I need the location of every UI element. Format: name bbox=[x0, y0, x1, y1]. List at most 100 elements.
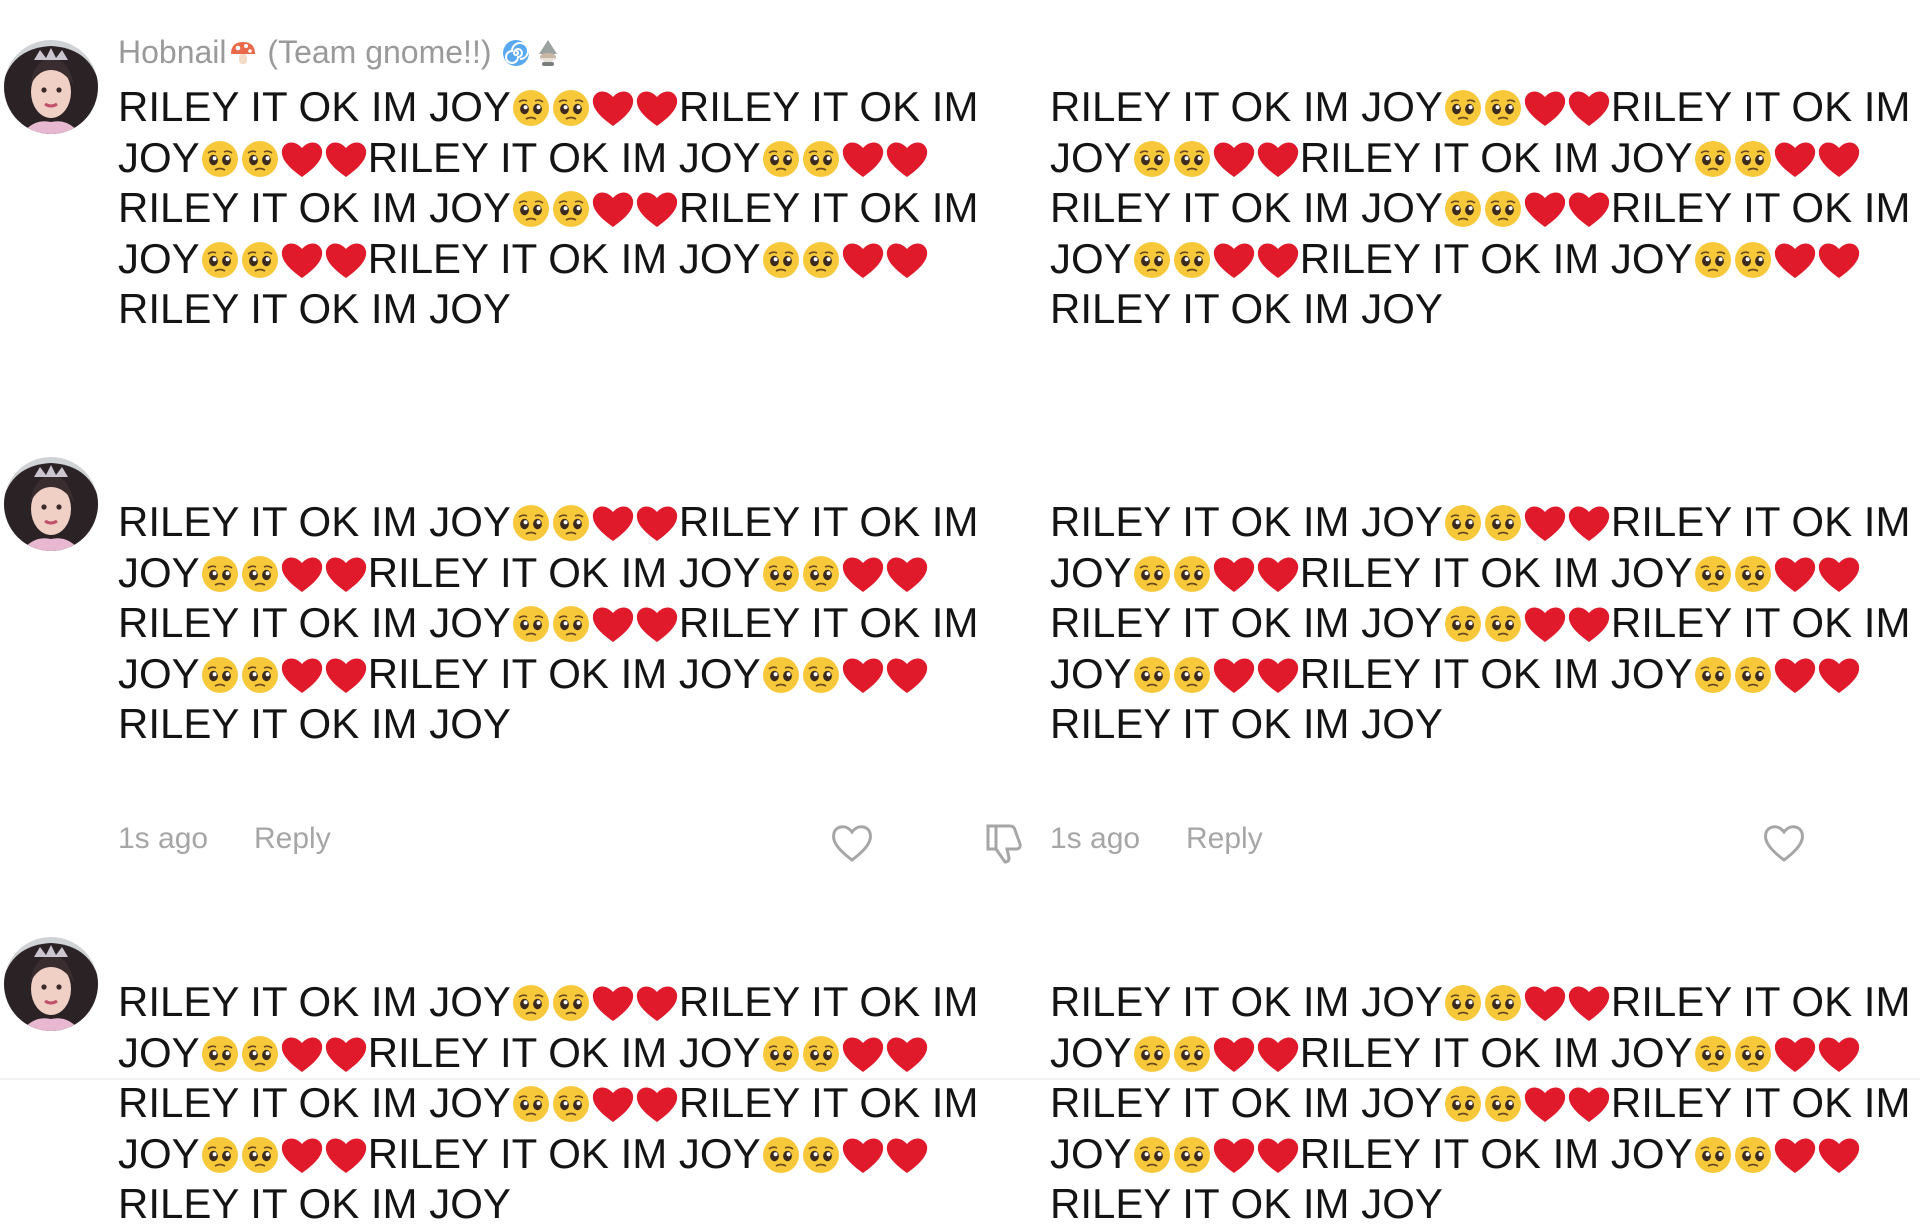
red-heart-icon bbox=[1523, 983, 1567, 1023]
red-heart-icon bbox=[1773, 554, 1817, 594]
red-heart-icon bbox=[1212, 554, 1256, 594]
pleading-face-icon bbox=[240, 554, 280, 594]
red-heart-icon bbox=[1523, 189, 1567, 229]
red-heart-icon bbox=[635, 983, 679, 1023]
pleading-face-icon bbox=[200, 554, 240, 594]
pleading-face-icon bbox=[801, 240, 841, 280]
red-heart-icon bbox=[841, 1034, 885, 1074]
pleading-face-icon bbox=[1733, 554, 1773, 594]
red-heart-icon bbox=[1256, 240, 1300, 280]
red-heart-icon bbox=[841, 554, 885, 594]
pleading-face-icon bbox=[1172, 655, 1212, 695]
thumbs-down-outline-icon[interactable] bbox=[980, 820, 1028, 866]
pleading-face-icon bbox=[761, 1135, 801, 1175]
pleading-face-icon bbox=[511, 189, 551, 229]
pleading-face-icon bbox=[1733, 139, 1773, 179]
pleading-face-icon bbox=[1132, 655, 1172, 695]
pleading-face-icon bbox=[1733, 240, 1773, 280]
team-tag-text: (Team gnome!!) bbox=[267, 34, 492, 70]
pleading-face-icon bbox=[511, 88, 551, 128]
pleading-face-icon bbox=[761, 240, 801, 280]
pleading-face-icon bbox=[511, 983, 551, 1023]
comment-text: RILEY IT OK IM JOY RILEY IT OK IM JOY RILE… bbox=[118, 978, 979, 1227]
red-heart-icon bbox=[1773, 139, 1817, 179]
pleading-face-icon bbox=[1172, 240, 1212, 280]
red-heart-icon bbox=[885, 1135, 929, 1175]
red-heart-icon bbox=[591, 1084, 635, 1124]
avatar[interactable] bbox=[4, 457, 98, 551]
red-heart-icon bbox=[885, 1034, 929, 1074]
pleading-face-icon bbox=[1443, 88, 1483, 128]
pleading-face-icon bbox=[511, 604, 551, 644]
red-heart-icon bbox=[1773, 1135, 1817, 1175]
pleading-face-icon bbox=[1693, 655, 1733, 695]
pleading-face-icon bbox=[801, 1034, 841, 1074]
avatar[interactable] bbox=[4, 40, 98, 134]
pleading-face-icon bbox=[551, 983, 591, 1023]
pleading-face-icon bbox=[240, 655, 280, 695]
red-heart-icon bbox=[1523, 88, 1567, 128]
pleading-face-icon bbox=[1172, 554, 1212, 594]
pleading-face-icon bbox=[1693, 240, 1733, 280]
pleading-face-icon bbox=[551, 503, 591, 543]
pleading-face-icon bbox=[1132, 1034, 1172, 1074]
red-heart-icon bbox=[635, 88, 679, 128]
heart-outline-icon[interactable] bbox=[1760, 820, 1808, 866]
red-heart-icon bbox=[1212, 1135, 1256, 1175]
pleading-face-icon bbox=[1693, 554, 1733, 594]
red-heart-icon bbox=[1567, 189, 1611, 229]
comment-username[interactable]: Hobnail (Team gnome!!) bbox=[118, 34, 564, 71]
pleading-face-icon bbox=[801, 655, 841, 695]
comment-text: RILEY IT OK IM JOY RILEY IT OK IM JOY RILE… bbox=[1050, 498, 1911, 747]
red-heart-icon bbox=[1523, 503, 1567, 543]
red-heart-icon bbox=[885, 655, 929, 695]
red-heart-icon bbox=[1567, 88, 1611, 128]
pleading-face-icon bbox=[1483, 189, 1523, 229]
pleading-face-icon bbox=[1733, 655, 1773, 695]
pleading-face-icon bbox=[200, 1135, 240, 1175]
comment-text: RILEY IT OK IM JOY RILEY IT OK IM JOY RILE… bbox=[118, 83, 979, 332]
red-heart-icon bbox=[635, 503, 679, 543]
red-heart-icon bbox=[280, 240, 324, 280]
red-heart-icon bbox=[1773, 240, 1817, 280]
pleading-face-icon bbox=[240, 1135, 280, 1175]
pleading-face-icon bbox=[1132, 554, 1172, 594]
red-heart-icon bbox=[591, 189, 635, 229]
red-heart-icon bbox=[1523, 604, 1567, 644]
red-heart-icon bbox=[635, 189, 679, 229]
red-heart-icon bbox=[591, 604, 635, 644]
red-heart-icon bbox=[280, 139, 324, 179]
red-heart-icon bbox=[885, 139, 929, 179]
red-heart-icon bbox=[1817, 139, 1861, 179]
red-heart-icon bbox=[885, 240, 929, 280]
red-heart-icon bbox=[841, 139, 885, 179]
reply-button[interactable]: Reply bbox=[1186, 822, 1263, 856]
red-heart-icon bbox=[280, 554, 324, 594]
pleading-face-icon bbox=[1132, 1135, 1172, 1175]
red-heart-icon bbox=[324, 655, 368, 695]
pleading-face-icon bbox=[200, 655, 240, 695]
pleading-face-icon bbox=[801, 554, 841, 594]
red-heart-icon bbox=[1817, 554, 1861, 594]
pleading-face-icon bbox=[551, 604, 591, 644]
red-heart-icon bbox=[1817, 655, 1861, 695]
red-heart-icon bbox=[841, 655, 885, 695]
pleading-face-icon bbox=[1733, 1034, 1773, 1074]
pleading-face-icon bbox=[1733, 1135, 1773, 1175]
red-heart-icon bbox=[280, 1135, 324, 1175]
reply-button[interactable]: Reply bbox=[254, 822, 331, 856]
comment-timestamp: 1s ago bbox=[1050, 822, 1141, 855]
red-heart-icon bbox=[280, 1034, 324, 1074]
heart-outline-icon[interactable] bbox=[828, 820, 876, 866]
red-heart-icon bbox=[1567, 604, 1611, 644]
red-heart-icon bbox=[591, 983, 635, 1023]
red-heart-icon bbox=[1256, 1034, 1300, 1074]
red-heart-icon bbox=[1212, 240, 1256, 280]
avatar[interactable] bbox=[4, 937, 98, 1031]
avatar-image bbox=[4, 40, 98, 134]
avatar-image bbox=[4, 457, 98, 551]
comment-text: RILEY IT OK IM JOY RILEY IT OK IM JOY RILE… bbox=[1050, 83, 1911, 332]
comment-text: RILEY IT OK IM JOY RILEY IT OK IM JOY RILE… bbox=[1050, 978, 1911, 1227]
red-heart-icon bbox=[635, 1084, 679, 1124]
red-heart-icon bbox=[324, 554, 368, 594]
